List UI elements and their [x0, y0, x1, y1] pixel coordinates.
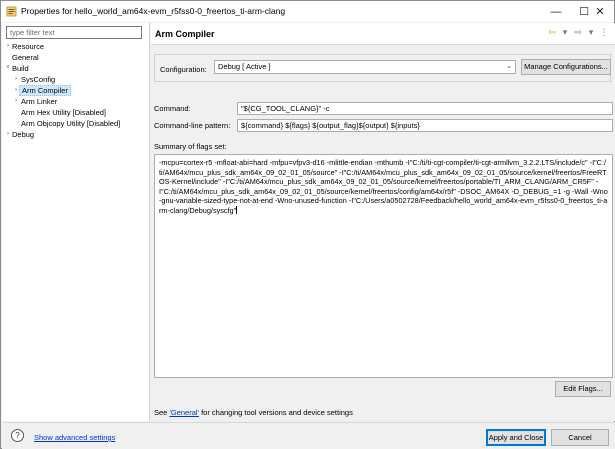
configuration-group: Configuration: Debug [ Active ] ⌄ Manage…: [154, 54, 611, 82]
tree-item-arm-objcopy-utility[interactable]: Arm Objcopy Utility [Disabled]: [2, 118, 150, 129]
general-link[interactable]: 'General': [169, 408, 199, 417]
text-caret: [236, 205, 238, 214]
chevron-right-icon[interactable]: ›: [12, 96, 20, 107]
tree-item-resource[interactable]: › Resource: [2, 41, 150, 52]
tree-item-label: Arm Objcopy Utility [Disabled]: [21, 119, 121, 128]
tree-item-label: Arm Linker: [21, 97, 58, 106]
configuration-label: Configuration:: [160, 65, 207, 74]
window-title: Properties for hello_world_am64x-evm_r5f…: [21, 6, 286, 16]
back-menu-icon[interactable]: ▾: [560, 27, 570, 38]
tree-item-label: Arm Compiler: [19, 85, 71, 96]
history-nav: ⇦ ▾ ⇨ ▾ ⋮: [547, 27, 609, 38]
tree-item-arm-hex-utility[interactable]: Arm Hex Utility [Disabled]: [2, 107, 150, 118]
tree-item-arm-compiler[interactable]: › Arm Compiler: [2, 85, 150, 96]
chevron-down-icon[interactable]: ˅: [4, 63, 12, 74]
tree-item-label: Build: [12, 64, 29, 73]
command-label: Command:: [154, 104, 191, 113]
edit-flags-button[interactable]: Edit Flags...: [555, 381, 611, 397]
page-header: Arm Compiler ⇦ ▾ ⇨ ▾ ⋮: [151, 23, 615, 45]
show-advanced-settings-link[interactable]: Show advanced settings: [34, 433, 115, 442]
tree-item-debug[interactable]: › Debug: [2, 129, 150, 140]
cancel-button[interactable]: Cancel: [551, 429, 609, 446]
configuration-value: Debug [ Active ]: [218, 62, 271, 71]
forward-menu-icon[interactable]: ▾: [586, 27, 596, 38]
property-page-tree-pane: › Resource General ˅ Build › SysConfig ›…: [2, 23, 150, 421]
tree-item-arm-linker[interactable]: › Arm Linker: [2, 96, 150, 107]
tree-item-sysconfig[interactable]: › SysConfig: [2, 74, 150, 85]
tree-item-build[interactable]: ˅ Build: [2, 63, 150, 74]
eclipse-properties-icon: [6, 6, 17, 17]
summary-label: Summary of flags set:: [154, 142, 227, 151]
minimize-icon[interactable]: —: [541, 1, 571, 22]
chevron-right-icon[interactable]: ›: [12, 74, 20, 85]
tree-item-label: Arm Hex Utility [Disabled]: [21, 108, 107, 117]
tree-item-general[interactable]: General: [2, 52, 150, 63]
page-title: Arm Compiler: [155, 29, 215, 39]
command-input[interactable]: "${CG_TOOL_CLANG}" -c: [237, 102, 613, 115]
chevron-right-icon[interactable]: ›: [4, 41, 12, 52]
command-line-pattern-label: Command-line pattern:: [154, 121, 231, 130]
tree-item-label: General: [12, 53, 39, 62]
property-page-pane: Arm Compiler ⇦ ▾ ⇨ ▾ ⋮ Configuration: De…: [151, 23, 615, 421]
property-tree: › Resource General ˅ Build › SysConfig ›…: [2, 41, 150, 140]
properties-dialog: Properties for hello_world_am64x-evm_r5f…: [0, 0, 615, 449]
help-icon[interactable]: ?: [11, 429, 24, 442]
tree-item-label: Debug: [12, 130, 35, 139]
manage-configurations-button[interactable]: Manage Configurations...: [521, 59, 611, 75]
apply-and-close-button[interactable]: Apply and Close: [486, 429, 546, 446]
view-menu-icon[interactable]: ⋮: [599, 27, 609, 38]
chevron-right-icon[interactable]: ›: [4, 129, 12, 140]
tree-item-label: Resource: [12, 42, 45, 51]
close-icon[interactable]: ✕: [585, 1, 615, 22]
back-arrow-icon[interactable]: ⇦: [547, 27, 557, 38]
dialog-button-bar: ? Show advanced settings Apply and Close…: [2, 422, 615, 449]
forward-arrow-icon[interactable]: ⇨: [573, 27, 583, 38]
general-settings-note: See 'General' for changing tool versions…: [154, 408, 353, 417]
summary-of-flags-textarea[interactable]: -mcpu=cortex-r5 -mfloat-abi=hard -mfpu=v…: [154, 154, 613, 378]
summary-text: -mcpu=cortex-r5 -mfloat-abi=hard -mfpu=v…: [159, 158, 608, 215]
tree-item-label: SysConfig: [21, 75, 56, 84]
title-bar: Properties for hello_world_am64x-evm_r5f…: [1, 1, 614, 22]
configuration-select[interactable]: Debug [ Active ] ⌄: [214, 60, 516, 74]
filter-input[interactable]: [6, 26, 142, 39]
note-prefix: See: [154, 408, 170, 417]
chevron-down-icon: ⌄: [506, 63, 512, 70]
command-line-pattern-input[interactable]: ${command} ${flags} ${output_flag}${outp…: [237, 119, 613, 132]
note-suffix: for changing tool versions and device se…: [198, 408, 353, 417]
